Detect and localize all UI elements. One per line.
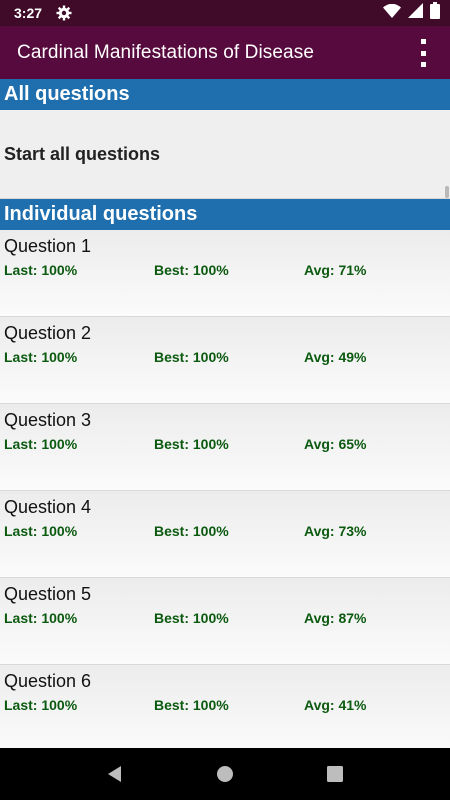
avg-score: Avg: 87% xyxy=(304,610,367,626)
avg-score: Avg: 41% xyxy=(304,697,367,713)
last-score: Last: 100% xyxy=(4,523,78,539)
last-score: Last: 100% xyxy=(4,436,78,452)
avg-score: Avg: 65% xyxy=(304,436,367,452)
avg-score: Avg: 71% xyxy=(304,262,367,278)
status-time: 3:27 xyxy=(14,5,43,21)
all-questions-header: All questions xyxy=(0,79,450,110)
question-title: Question 2 xyxy=(4,323,92,343)
question-title: Question 5 xyxy=(4,584,92,604)
individual-questions-header: Individual questions xyxy=(0,199,450,230)
avg-score: Avg: 73% xyxy=(304,523,367,539)
best-score: Best: 100% xyxy=(154,262,229,278)
navigation-bar xyxy=(0,748,450,800)
signal-icon xyxy=(408,3,423,23)
question-title: Question 4 xyxy=(4,497,92,517)
question-title: Question 1 xyxy=(4,236,92,256)
best-score: Best: 100% xyxy=(154,523,229,539)
question-item-3[interactable]: Question 3 Last: 100% Best: 100% Avg: 65… xyxy=(0,404,450,491)
start-all-questions-button[interactable]: Start all questions xyxy=(0,110,450,199)
gear-icon xyxy=(56,5,72,21)
best-score: Best: 100% xyxy=(154,349,229,365)
app-bar: Cardinal Manifestations of Disease xyxy=(0,26,450,79)
status-bar: 3:27 xyxy=(0,0,450,26)
status-icons xyxy=(383,2,440,24)
question-title: Question 6 xyxy=(4,671,92,691)
avg-score: Avg: 49% xyxy=(304,349,367,365)
best-score: Best: 100% xyxy=(154,436,229,452)
question-list[interactable]: All questions Start all questions Indivi… xyxy=(0,79,450,748)
scrollbar[interactable] xyxy=(445,186,449,198)
question-item-2[interactable]: Question 2 Last: 100% Best: 100% Avg: 49… xyxy=(0,317,450,404)
overflow-menu-icon[interactable] xyxy=(418,39,428,67)
question-item-1[interactable]: Question 1 Last: 100% Best: 100% Avg: 71… xyxy=(0,230,450,317)
question-item-4[interactable]: Question 4 Last: 100% Best: 100% Avg: 73… xyxy=(0,491,450,578)
back-icon[interactable] xyxy=(100,759,130,789)
question-item-6[interactable]: Question 6 Last: 100% Best: 100% Avg: 41… xyxy=(0,665,450,748)
last-score: Last: 100% xyxy=(4,610,78,626)
last-score: Last: 100% xyxy=(4,349,78,365)
question-item-5[interactable]: Question 5 Last: 100% Best: 100% Avg: 87… xyxy=(0,578,450,665)
recents-icon[interactable] xyxy=(320,759,350,789)
best-score: Best: 100% xyxy=(154,697,229,713)
wifi-icon xyxy=(383,3,401,23)
battery-icon xyxy=(430,2,440,24)
last-score: Last: 100% xyxy=(4,697,78,713)
home-icon[interactable] xyxy=(210,759,240,789)
last-score: Last: 100% xyxy=(4,262,78,278)
question-title: Question 3 xyxy=(4,410,92,430)
app-title: Cardinal Manifestations of Disease xyxy=(17,41,314,63)
best-score: Best: 100% xyxy=(154,610,229,626)
